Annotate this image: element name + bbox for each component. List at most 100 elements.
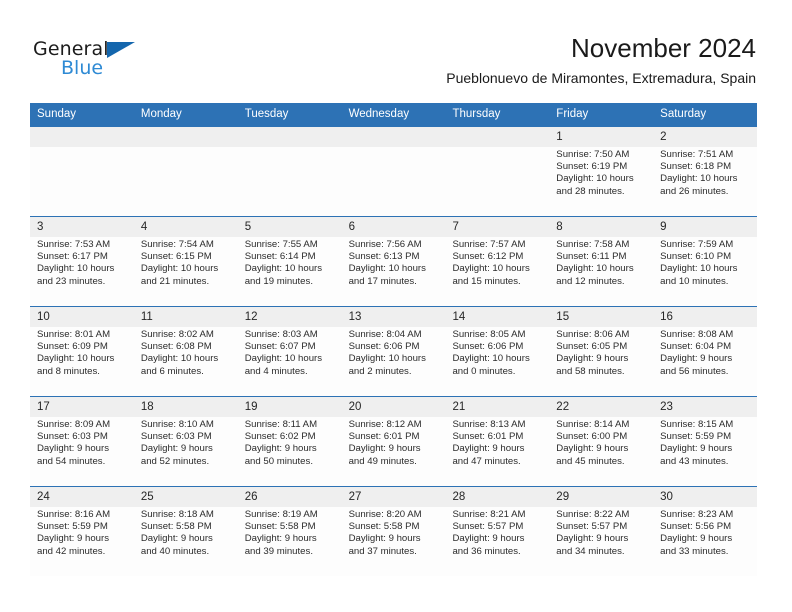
sunrise-text: Sunrise: 8:21 AM xyxy=(452,509,526,520)
week-date-strip: 12 xyxy=(30,127,757,147)
general-blue-logo[interactable]: General Blue xyxy=(33,40,153,82)
day-number[interactable]: 17 xyxy=(30,397,134,417)
day-cell[interactable]: Sunrise: 8:03 AM Sunset: 6:07 PM Daylight:… xyxy=(238,327,342,396)
sunset-text: Sunset: 6:01 PM xyxy=(348,431,420,443)
day-cell[interactable]: Sunrise: 8:01 AM Sunset: 6:09 PM Daylight:… xyxy=(30,327,134,396)
day-cell[interactable]: Sunrise: 8:09 AM Sunset: 6:03 PM Daylight:… xyxy=(30,417,134,486)
day-number[interactable]: 25 xyxy=(134,487,238,507)
daylight-text-line1: Daylight: 10 hours xyxy=(244,353,323,365)
day-cell-empty xyxy=(445,147,549,216)
day-number[interactable]: 5 xyxy=(238,217,342,237)
day-number[interactable]: 9 xyxy=(653,217,757,237)
day-cell[interactable]: Sunrise: 7:56 AM Sunset: 6:13 PM Daylight:… xyxy=(342,237,446,306)
sunrise-text: Sunrise: 8:23 AM xyxy=(660,509,734,520)
daylight-text-line2: and 54 minutes. xyxy=(37,455,106,467)
day-number[interactable]: 2 xyxy=(653,127,757,147)
day-number[interactable]: 10 xyxy=(30,307,134,327)
day-number[interactable]: 4 xyxy=(134,217,238,237)
daylight-text-line1: Daylight: 9 hours xyxy=(660,443,733,455)
day-number[interactable]: 30 xyxy=(653,487,757,507)
sunset-text: Sunset: 6:14 PM xyxy=(244,251,316,263)
day-number[interactable]: 27 xyxy=(342,487,446,507)
day-cell[interactable]: Sunrise: 7:58 AM Sunset: 6:11 PM Daylight:… xyxy=(549,237,653,306)
day-cell[interactable]: Sunrise: 7:59 AM Sunset: 6:10 PM Daylight:… xyxy=(653,237,757,306)
day-cell[interactable]: Sunrise: 8:05 AM Sunset: 6:06 PM Daylight:… xyxy=(445,327,549,396)
day-cell[interactable]: Sunrise: 8:15 AM Sunset: 5:59 PM Daylight:… xyxy=(653,417,757,486)
sunrise-text: Sunrise: 8:11 AM xyxy=(244,419,318,430)
day-number[interactable]: 13 xyxy=(342,307,446,327)
day-cell[interactable]: Sunrise: 7:50 AM Sunset: 6:19 PM Daylight:… xyxy=(549,147,653,216)
day-number[interactable]: 3 xyxy=(30,217,134,237)
day-number[interactable]: 21 xyxy=(445,397,549,417)
daylight-text-line1: Daylight: 9 hours xyxy=(37,443,109,455)
day-number[interactable]: 24 xyxy=(30,487,134,507)
day-cell[interactable]: Sunrise: 8:10 AM Sunset: 6:03 PM Daylight:… xyxy=(134,417,238,486)
daylight-text-line1: Daylight: 10 hours xyxy=(244,263,323,275)
day-cell[interactable]: Sunrise: 8:16 AM Sunset: 5:59 PM Daylight:… xyxy=(30,507,134,576)
week-date-strip: 24 25 26 27 28 29 30 xyxy=(30,487,757,507)
daylight-text-line2: and 56 minutes. xyxy=(660,365,729,377)
day-number[interactable]: 15 xyxy=(549,307,653,327)
day-cell[interactable]: Sunrise: 8:06 AM Sunset: 6:05 PM Daylight:… xyxy=(549,327,653,396)
sunrise-text: Sunrise: 8:15 AM xyxy=(660,419,734,430)
daylight-text-line1: Daylight: 9 hours xyxy=(556,353,629,365)
day-number[interactable]: 6 xyxy=(342,217,446,237)
day-number[interactable]: 8 xyxy=(549,217,653,237)
day-number[interactable]: 19 xyxy=(238,397,342,417)
day-cell[interactable]: Sunrise: 7:55 AM Sunset: 6:14 PM Daylight:… xyxy=(238,237,342,306)
sunrise-text: Sunrise: 8:09 AM xyxy=(37,419,111,430)
day-cell[interactable]: Sunrise: 8:21 AM Sunset: 5:57 PM Daylight:… xyxy=(445,507,549,576)
day-cell[interactable]: Sunrise: 7:53 AM Sunset: 6:17 PM Daylight:… xyxy=(30,237,134,306)
daylight-text-line2: and 45 minutes. xyxy=(556,455,625,467)
daylight-text-line1: Daylight: 9 hours xyxy=(452,443,525,455)
day-number[interactable]: 12 xyxy=(238,307,342,327)
day-number[interactable]: 18 xyxy=(134,397,238,417)
day-cell[interactable]: Sunrise: 8:22 AM Sunset: 5:57 PM Daylight:… xyxy=(549,507,653,576)
sunset-text: Sunset: 6:07 PM xyxy=(244,341,316,353)
sunrise-text: Sunrise: 8:20 AM xyxy=(348,509,422,520)
day-number[interactable]: 22 xyxy=(549,397,653,417)
day-number[interactable]: 14 xyxy=(445,307,549,327)
day-number[interactable]: 29 xyxy=(549,487,653,507)
sunrise-text: Sunrise: 8:12 AM xyxy=(348,419,422,430)
daylight-text-line1: Daylight: 9 hours xyxy=(244,533,317,545)
week-detail-strip: Sunrise: 7:50 AM Sunset: 6:19 PM Daylight:… xyxy=(30,147,757,216)
calendar-week-row: 24 25 26 27 28 29 30 Sunrise: 8:16 AM Sunset: 5:… xyxy=(30,486,757,576)
day-cell-empty xyxy=(342,147,446,216)
day-cell[interactable]: Sunrise: 8:08 AM Sunset: 6:04 PM Daylight:… xyxy=(653,327,757,396)
daylight-text-line2: and 8 minutes. xyxy=(37,365,100,377)
daylight-text-line1: Daylight: 9 hours xyxy=(244,443,317,455)
day-number[interactable]: 20 xyxy=(342,397,446,417)
day-cell[interactable]: Sunrise: 7:54 AM Sunset: 6:15 PM Daylight:… xyxy=(134,237,238,306)
sunset-text: Sunset: 6:10 PM xyxy=(660,251,732,263)
daylight-text-line1: Daylight: 9 hours xyxy=(348,443,421,455)
week-detail-strip: Sunrise: 7:53 AM Sunset: 6:17 PM Daylight:… xyxy=(30,237,757,306)
day-number[interactable]: 7 xyxy=(445,217,549,237)
day-cell[interactable]: Sunrise: 8:11 AM Sunset: 6:02 PM Daylight:… xyxy=(238,417,342,486)
daylight-text-line1: Daylight: 9 hours xyxy=(556,443,629,455)
day-number[interactable]: 28 xyxy=(445,487,549,507)
logo-text-blue: Blue xyxy=(61,57,104,79)
week-detail-strip: Sunrise: 8:16 AM Sunset: 5:59 PM Daylight:… xyxy=(30,507,757,576)
day-cell[interactable]: Sunrise: 7:57 AM Sunset: 6:12 PM Daylight:… xyxy=(445,237,549,306)
day-cell[interactable]: Sunrise: 8:20 AM Sunset: 5:58 PM Daylight:… xyxy=(342,507,446,576)
day-cell[interactable]: Sunrise: 8:13 AM Sunset: 6:01 PM Daylight:… xyxy=(445,417,549,486)
day-cell[interactable]: Sunrise: 8:18 AM Sunset: 5:58 PM Daylight:… xyxy=(134,507,238,576)
daylight-text-line2: and 15 minutes. xyxy=(452,275,521,287)
day-number[interactable]: 16 xyxy=(653,307,757,327)
day-number[interactable]: 23 xyxy=(653,397,757,417)
day-number[interactable]: 1 xyxy=(549,127,653,147)
daylight-text-line1: Daylight: 9 hours xyxy=(660,353,733,365)
day-cell[interactable]: Sunrise: 8:14 AM Sunset: 6:00 PM Daylight:… xyxy=(549,417,653,486)
day-cell[interactable]: Sunrise: 8:19 AM Sunset: 5:58 PM Daylight:… xyxy=(238,507,342,576)
day-cell[interactable]: Sunrise: 7:51 AM Sunset: 6:18 PM Daylight:… xyxy=(653,147,757,216)
day-cell[interactable]: Sunrise: 8:04 AM Sunset: 6:06 PM Daylight:… xyxy=(342,327,446,396)
day-cell[interactable]: Sunrise: 8:23 AM Sunset: 5:56 PM Daylight:… xyxy=(653,507,757,576)
sunset-text: Sunset: 6:11 PM xyxy=(556,251,627,263)
day-number[interactable]: 11 xyxy=(134,307,238,327)
daylight-text-line1: Daylight: 9 hours xyxy=(140,443,213,455)
daylight-text-line2: and 21 minutes. xyxy=(140,275,210,287)
day-cell[interactable]: Sunrise: 8:12 AM Sunset: 6:01 PM Daylight:… xyxy=(342,417,446,486)
day-number[interactable]: 26 xyxy=(238,487,342,507)
day-cell[interactable]: Sunrise: 8:02 AM Sunset: 6:08 PM Daylight:… xyxy=(134,327,238,396)
